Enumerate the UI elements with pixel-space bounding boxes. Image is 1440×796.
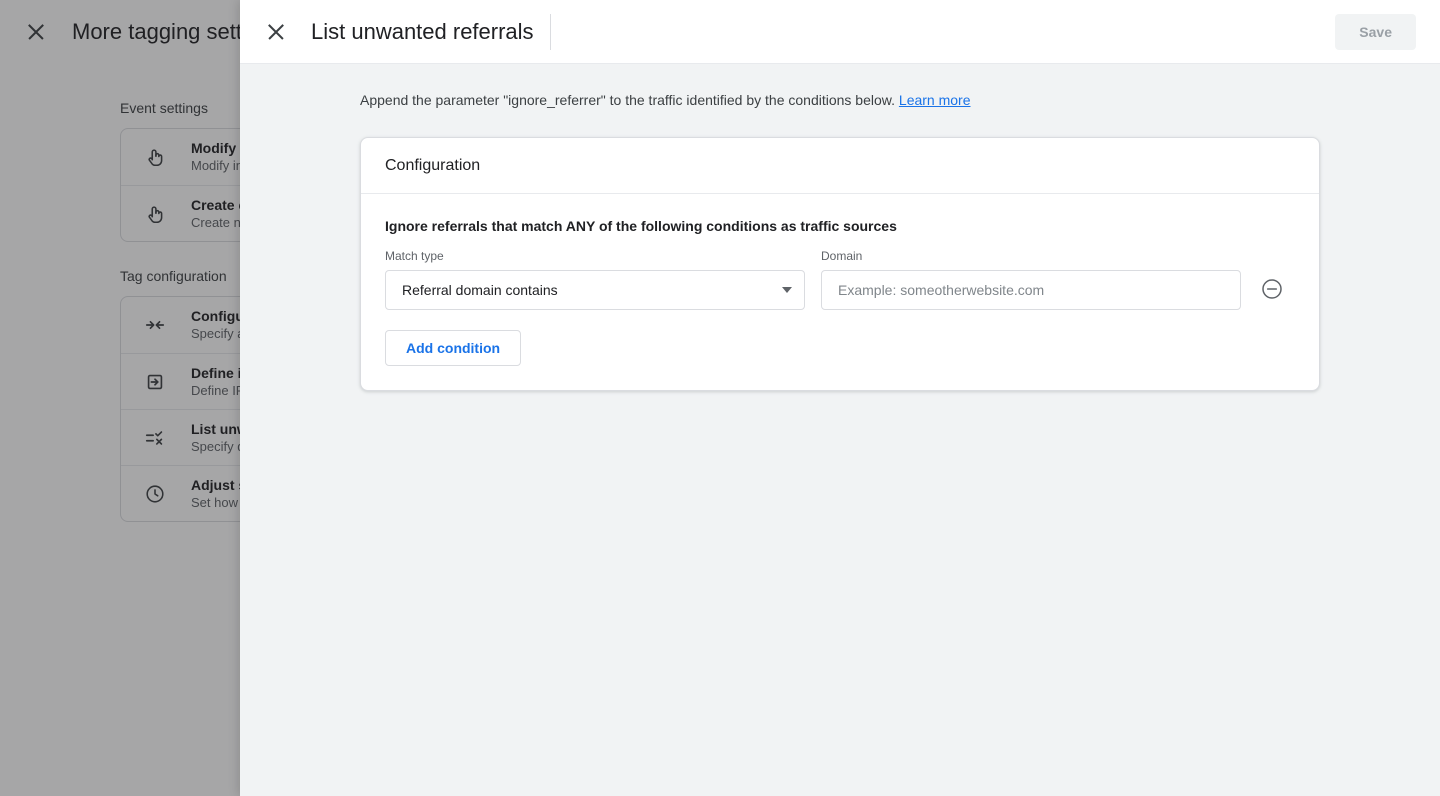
domain-label: Domain	[821, 249, 863, 263]
chevron-down-icon	[782, 287, 792, 293]
configuration-card-header: Configuration	[361, 138, 1319, 194]
match-type-select[interactable]: Referral domain contains	[385, 270, 805, 310]
match-type-selected-value: Referral domain contains	[402, 282, 558, 298]
screen-root: KS Digital - Google Sheets docs.google.c…	[0, 0, 1440, 796]
remove-condition-button[interactable]	[1252, 270, 1292, 310]
domain-field: Domain	[821, 248, 1241, 310]
learn-more-link[interactable]: Learn more	[899, 92, 971, 108]
configuration-card-body: Ignore referrals that match ANY of the f…	[361, 194, 1319, 390]
dialog-header: List unwanted referrals Save	[240, 0, 1440, 64]
close-icon[interactable]	[264, 20, 288, 44]
list-unwanted-referrals-dialog: List unwanted referrals Save Append the …	[240, 0, 1440, 796]
remove-circle-outline-icon	[1260, 277, 1284, 304]
match-type-label: Match type	[385, 249, 444, 263]
description-text: Append the parameter "ignore_referrer" t…	[360, 92, 896, 108]
save-button[interactable]: Save	[1335, 13, 1416, 50]
configuration-subtitle: Ignore referrals that match ANY of the f…	[385, 218, 897, 234]
condition-row: Match type Referral domain contains Doma…	[385, 248, 1295, 310]
configuration-title: Configuration	[385, 156, 481, 174]
dialog-description: Append the parameter "ignore_referrer" t…	[360, 90, 971, 110]
add-condition-button[interactable]: Add condition	[385, 330, 522, 366]
configuration-card: Configuration Ignore referrals that matc…	[360, 137, 1320, 391]
domain-input[interactable]	[821, 270, 1241, 310]
dialog-body: Append the parameter "ignore_referrer" t…	[240, 64, 1440, 796]
header-divider	[549, 13, 551, 50]
dialog-title: List unwanted referrals	[311, 18, 534, 44]
match-type-field: Match type Referral domain contains	[385, 248, 805, 310]
